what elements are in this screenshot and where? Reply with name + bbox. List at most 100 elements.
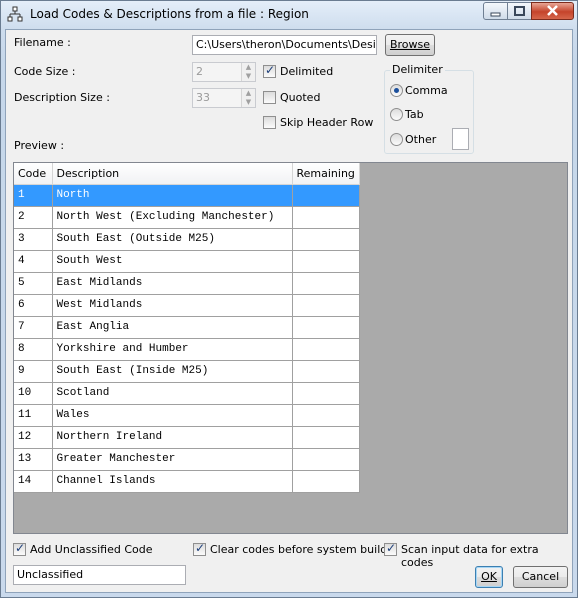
delimiter-group-title: Delimiter (390, 63, 445, 76)
code-size-spin-buttons[interactable]: ▲ ▼ (241, 63, 255, 81)
column-header-code[interactable]: Code (14, 163, 53, 185)
cell-code[interactable]: 8 (14, 338, 53, 361)
add-unclassified-checkbox[interactable] (13, 541, 26, 556)
cell-remaining[interactable] (292, 316, 360, 339)
title-bar[interactable]: Load Codes & Descriptions from a file : … (1, 1, 577, 29)
description-size-value: 33 (196, 91, 210, 104)
table-row[interactable]: 6 West Midlands (14, 294, 360, 317)
cell-description[interactable]: West Midlands (52, 294, 293, 317)
cell-description[interactable]: South East (Outside M25) (52, 228, 293, 251)
delimited-checkbox[interactable] (263, 63, 276, 78)
cell-code[interactable]: 11 (14, 404, 53, 427)
ok-button[interactable]: OK (475, 566, 503, 588)
preview-grid[interactable]: Code Description Remaining 1 North 2 North … (13, 162, 568, 534)
code-size-spinner[interactable]: 2 ▲ ▼ (192, 62, 256, 82)
cell-remaining[interactable] (292, 228, 360, 251)
cell-code[interactable]: 9 (14, 360, 53, 383)
cell-code[interactable]: 10 (14, 382, 53, 405)
other-label: Other (405, 133, 437, 146)
comma-radio[interactable] (390, 84, 403, 97)
unclassified-input[interactable]: Unclassified (13, 565, 186, 585)
cell-remaining[interactable] (292, 338, 360, 361)
cell-remaining[interactable] (292, 250, 360, 273)
cell-code[interactable]: 6 (14, 294, 53, 317)
browse-button[interactable]: Browse (385, 34, 435, 56)
cell-code[interactable]: 4 (14, 250, 53, 273)
quoted-checkbox[interactable] (263, 91, 276, 104)
maximize-icon (514, 6, 525, 16)
spin-down-icon: ▼ (245, 98, 252, 106)
cell-remaining[interactable] (292, 426, 360, 449)
cell-description[interactable]: Northern Ireland (52, 426, 293, 449)
table-row[interactable]: 11 Wales (14, 404, 360, 427)
cell-description[interactable]: North West (Excluding Manchester) (52, 206, 293, 229)
cell-remaining[interactable] (292, 360, 360, 383)
cell-description[interactable]: Channel Islands (52, 470, 293, 493)
cell-code[interactable]: 2 (14, 206, 53, 229)
cell-description[interactable]: Wales (52, 404, 293, 427)
minimize-button[interactable] (483, 2, 508, 20)
filename-input[interactable]: C:\Users\theron\Documents\Designe (192, 35, 377, 55)
skip-header-checkbox[interactable] (263, 116, 276, 129)
cell-code[interactable]: 5 (14, 272, 53, 295)
cell-description[interactable]: Scotland (52, 382, 293, 405)
comma-label: Comma (405, 84, 448, 97)
table-row[interactable]: 3 South East (Outside M25) (14, 228, 360, 251)
cell-code[interactable]: 12 (14, 426, 53, 449)
cell-code[interactable]: 13 (14, 448, 53, 471)
preview-label: Preview : (14, 139, 65, 152)
table-row[interactable]: 1 North (14, 184, 360, 207)
dialog-window: Load Codes & Descriptions from a file : … (0, 0, 578, 598)
column-header-remaining[interactable]: Remaining (292, 163, 360, 185)
cell-description[interactable]: Yorkshire and Humber (52, 338, 293, 361)
header-row: Code Description Remaining (14, 163, 360, 185)
table-row[interactable]: 7 East Anglia (14, 316, 360, 339)
close-button[interactable] (531, 2, 574, 20)
description-size-spinner[interactable]: 33 ▲ ▼ (192, 88, 256, 108)
cell-code[interactable]: 14 (14, 470, 53, 493)
table-row[interactable]: 2 North West (Excluding Manchester) (14, 206, 360, 229)
cell-remaining[interactable] (292, 206, 360, 229)
cell-remaining[interactable] (292, 184, 360, 207)
maximize-button[interactable] (507, 2, 532, 20)
description-size-label: Description Size : (14, 91, 110, 104)
other-radio[interactable] (390, 133, 403, 146)
cell-description[interactable]: Greater Manchester (52, 448, 293, 471)
cell-remaining[interactable] (292, 272, 360, 295)
description-size-spin-buttons[interactable]: ▲ ▼ (241, 89, 255, 107)
table-row[interactable]: 5 East Midlands (14, 272, 360, 295)
code-size-value: 2 (196, 65, 203, 78)
other-delimiter-input[interactable] (452, 128, 469, 150)
cell-description[interactable]: East Anglia (52, 316, 293, 339)
browse-button-label: Browse (389, 38, 431, 51)
skip-header-label: Skip Header Row (280, 116, 374, 129)
spin-up-icon: ▲ (245, 89, 252, 97)
table-row[interactable]: 4 South West (14, 250, 360, 273)
spin-up-icon: ▲ (245, 63, 252, 71)
cell-remaining[interactable] (292, 294, 360, 317)
table-row[interactable]: 14 Channel Islands (14, 470, 360, 493)
table-row[interactable]: 8 Yorkshire and Humber (14, 338, 360, 361)
table-row[interactable]: 12 Northern Ireland (14, 426, 360, 449)
cell-description[interactable]: South West (52, 250, 293, 273)
scan-input-checkbox[interactable] (384, 541, 397, 556)
cell-remaining[interactable] (292, 448, 360, 471)
cell-remaining[interactable] (292, 404, 360, 427)
cell-code[interactable]: 3 (14, 228, 53, 251)
column-header-description[interactable]: Description (52, 163, 293, 185)
tab-radio[interactable] (390, 108, 403, 121)
cell-description[interactable]: East Midlands (52, 272, 293, 295)
table-row[interactable]: 13 Greater Manchester (14, 448, 360, 471)
cell-description[interactable]: South East (Inside M25) (52, 360, 293, 383)
cell-code[interactable]: 7 (14, 316, 53, 339)
clear-codes-checkbox[interactable] (193, 541, 206, 556)
cell-code[interactable]: 1 (14, 184, 53, 207)
table-row[interactable]: 9 South East (Inside M25) (14, 360, 360, 383)
cancel-button[interactable]: Cancel (513, 566, 568, 588)
cell-remaining[interactable] (292, 382, 360, 405)
preview-table: Code Description Remaining 1 North 2 North … (14, 163, 360, 493)
table-row[interactable]: 10 Scotland (14, 382, 360, 405)
tab-label: Tab (405, 108, 424, 121)
cell-description[interactable]: North (52, 184, 293, 207)
cell-remaining[interactable] (292, 470, 360, 493)
